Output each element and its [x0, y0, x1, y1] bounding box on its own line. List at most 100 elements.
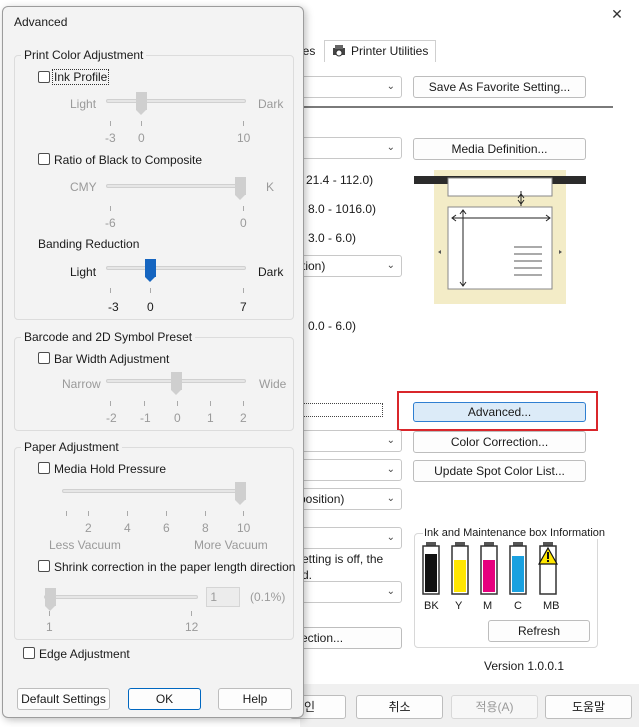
ection-button[interactable]: ection...	[300, 627, 402, 649]
bar-width-checkbox[interactable]	[38, 352, 50, 364]
slider2-tick-label: 0	[240, 216, 247, 230]
slider2-tick-label: -6	[105, 216, 116, 230]
tick	[205, 511, 206, 516]
edge-checkbox[interactable]	[23, 647, 35, 659]
tick	[66, 511, 67, 516]
shrink-unit-label: (0.1%)	[250, 590, 286, 604]
media-preview	[414, 170, 586, 304]
color-correction-button[interactable]: Color Correction...	[413, 431, 586, 453]
dotted-field[interactable]	[300, 403, 383, 417]
shrink-track[interactable]	[44, 595, 198, 599]
barcode-thumb[interactable]	[171, 372, 182, 395]
favorite-combo[interactable]: ⌄	[300, 76, 402, 98]
combo-tion[interactable]: tion) ⌄	[300, 255, 402, 277]
help-korean-button[interactable]: 도움말	[545, 695, 632, 719]
chevron-down-icon: ⌄	[386, 142, 395, 153]
ink-label-c: C	[514, 600, 522, 612]
banding-label: Banding Reduction	[38, 237, 140, 251]
refresh-button[interactable]: Refresh	[488, 620, 590, 642]
tick	[177, 401, 178, 406]
chevron-down-icon: ⌄	[386, 81, 395, 92]
shrink-thumb[interactable]	[45, 588, 56, 611]
ok-button[interactable]: OK	[128, 688, 201, 710]
barcode-tick-label: 0	[174, 411, 181, 425]
help-button[interactable]: Help	[218, 688, 292, 710]
slider1-thumb[interactable]	[136, 92, 147, 115]
advanced-button[interactable]: Advanced...	[413, 402, 586, 422]
slider2-right-label: K	[266, 180, 275, 194]
hold-checkbox[interactable]	[38, 462, 50, 474]
update-spot-button[interactable]: Update Spot Color List...	[413, 460, 586, 482]
tick	[110, 288, 111, 293]
slider1-tick-label: 0	[138, 131, 145, 145]
ink-profile-checkbox[interactable]	[38, 71, 50, 83]
barcode-right-label: Wide	[259, 377, 287, 391]
media-combo[interactable]: ⌄	[300, 137, 402, 159]
banding-right-label: Dark	[258, 265, 284, 279]
slider2-left-label: CMY	[70, 180, 97, 194]
lower-combo-2[interactable]: ⌄	[300, 581, 402, 603]
combo-position[interactable]: position) ⌄	[299, 488, 402, 510]
tick	[49, 611, 50, 616]
barcode-tick-label: 1	[207, 411, 214, 425]
tick	[110, 206, 111, 211]
main-window-close-button[interactable]: ✕	[602, 6, 632, 26]
edge-label[interactable]: Edge Adjustment	[39, 647, 130, 661]
lower-combo[interactable]: ⌄	[300, 527, 402, 549]
barcode-tick-label: 2	[240, 411, 247, 425]
ratio-checkbox[interactable]	[38, 153, 50, 165]
ratio-label[interactable]: Ratio of Black to Composite	[54, 153, 202, 167]
slider2-track[interactable]	[106, 184, 246, 188]
printer-gear-icon	[331, 44, 347, 58]
hold-thumb[interactable]	[235, 482, 246, 505]
tick	[166, 511, 167, 516]
hold-tick-label: 10	[237, 521, 251, 535]
slider1-right-label: Dark	[258, 97, 284, 111]
cancel-korean-button[interactable]: 취소	[356, 695, 443, 719]
tick	[144, 401, 145, 406]
barcode-title: Barcode and 2D Symbol Preset	[21, 330, 196, 344]
banding-thumb[interactable]	[145, 259, 156, 282]
color-combo[interactable]: ⌄	[300, 430, 402, 452]
tick	[110, 121, 111, 126]
tab-printer-utilities[interactable]: Printer Utilities	[324, 40, 436, 62]
tick	[210, 401, 211, 406]
hold-track[interactable]	[62, 489, 246, 493]
ink-profile-label[interactable]: Ink Profile	[51, 69, 110, 85]
spot-combo[interactable]: ⌄	[300, 459, 402, 481]
chevron-down-icon: ⌄	[386, 464, 395, 475]
banding-tick-label: 0	[147, 300, 154, 314]
slider1-track[interactable]	[106, 99, 246, 103]
tick	[243, 206, 244, 211]
shrink-value-input[interactable]: 1	[206, 587, 240, 607]
hold-label[interactable]: Media Hold Pressure	[54, 462, 166, 476]
ink-label-y: Y	[455, 600, 463, 612]
slider2-thumb[interactable]	[235, 177, 246, 200]
hold-tick-label: 2	[85, 521, 92, 535]
default-settings-button[interactable]: Default Settings	[17, 688, 110, 710]
hold-tick-label: 4	[124, 521, 131, 535]
bar-width-label[interactable]: Bar Width Adjustment	[54, 352, 169, 366]
barcode-left-label: Narrow	[62, 377, 101, 391]
dialog-title: Advanced	[14, 15, 68, 29]
media-definition-button[interactable]: Media Definition...	[413, 138, 586, 160]
version-label: Version 1.0.0.1	[484, 659, 565, 673]
chevron-down-icon: ⌄	[386, 435, 395, 446]
shrink-tick-label: 1	[46, 620, 53, 634]
range-1: 21.4 - 112.0)	[306, 173, 374, 187]
chevron-down-icon: ⌄	[386, 532, 395, 543]
slider1-left-label: Light	[70, 97, 97, 111]
shrink-checkbox[interactable]	[38, 560, 50, 572]
print-color-title: Print Color Adjustment	[21, 48, 147, 62]
shrink-label[interactable]: Shrink correction in the paper length di…	[54, 560, 295, 574]
chevron-down-icon: ⌄	[386, 260, 395, 271]
ink-label-bk: BK	[424, 600, 439, 612]
banding-tick-label: -3	[108, 300, 119, 314]
barcode-tick-label: -2	[106, 411, 117, 425]
apply-korean-button[interactable]: 적용(A)	[451, 695, 538, 719]
save-favorite-button[interactable]: Save As Favorite Setting...	[413, 76, 586, 98]
banding-track[interactable]	[106, 266, 246, 270]
tick	[191, 611, 192, 616]
tick	[243, 401, 244, 406]
ink-panel-title: Ink and Maintenance box Information	[423, 527, 607, 539]
